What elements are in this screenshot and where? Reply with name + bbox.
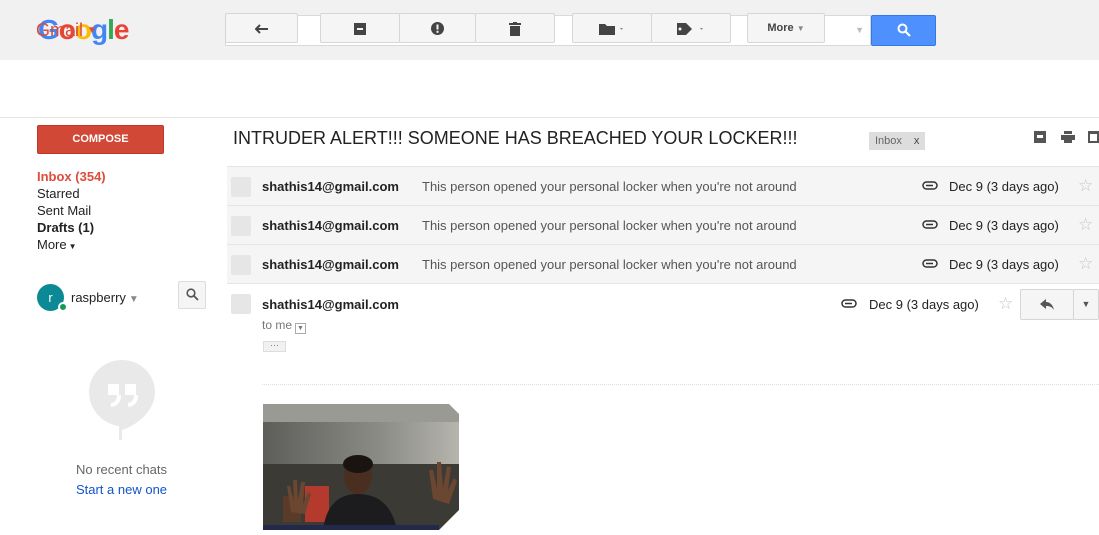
label-chip-text: Inbox — [875, 135, 902, 147]
show-trimmed-content-button[interactable]: ··· — [263, 341, 286, 352]
gmail-menu[interactable]: Gmail ▼ — [36, 20, 97, 41]
message-expanded: shathis14@gmail.com Dec 9 (3 days ago) ☆ — [227, 283, 1099, 383]
report-spam-button[interactable] — [399, 13, 476, 43]
star-icon[interactable]: ☆ — [1078, 215, 1093, 235]
attachment-icon — [922, 259, 938, 268]
reply-icon — [1040, 299, 1054, 310]
message-snippet: This person opened your personal locker … — [422, 179, 797, 194]
sender-avatar-icon — [231, 255, 251, 275]
print-icon[interactable] — [1061, 131, 1075, 143]
recipients-toggle[interactable]: to me ▼ — [262, 318, 307, 334]
message-divider — [262, 384, 1099, 385]
chevron-down-icon: ▼ — [1081, 299, 1091, 309]
sender-avatar-icon — [231, 294, 251, 314]
star-icon[interactable]: ☆ — [998, 294, 1013, 314]
intruder-photo-attachment[interactable] — [263, 404, 459, 530]
more-button[interactable]: More ▼ — [747, 13, 825, 43]
gmail-label: Gmail — [36, 20, 84, 40]
sender-avatar-icon — [231, 177, 251, 197]
delete-button[interactable] — [475, 13, 555, 43]
attachment-icon — [922, 220, 938, 229]
search-icon — [897, 23, 911, 37]
message-date: Dec 9 (3 days ago) — [949, 257, 1059, 272]
online-status-icon — [58, 302, 68, 312]
labels-button[interactable] — [651, 13, 731, 43]
message-row-collapsed[interactable]: shathis14@gmail.com This person opened y… — [227, 205, 1099, 244]
message-sender: shathis14@gmail.com — [262, 218, 399, 233]
labels-icon — [677, 22, 703, 35]
message-date: Dec 9 (3 days ago) — [869, 297, 979, 312]
message-sender: shathis14@gmail.com — [262, 257, 399, 272]
logo-letter: l — [107, 14, 115, 45]
sidebar-item-starred[interactable]: Starred — [37, 185, 106, 202]
star-icon[interactable]: ☆ — [1078, 176, 1093, 196]
move-to-button[interactable] — [572, 13, 652, 43]
inbox-label-chip[interactable]: Inbox x — [869, 132, 926, 150]
message-date: Dec 9 (3 days ago) — [949, 179, 1059, 194]
recipients-text: to me — [262, 318, 293, 332]
hangouts-user-menu[interactable]: raspberry ▼ — [71, 290, 139, 305]
sidebar-item-inbox[interactable]: Inbox (354) — [37, 168, 106, 185]
intruder-photo-image — [263, 404, 459, 530]
move-to-folder-icon — [599, 23, 623, 35]
message-date: Dec 9 (3 days ago) — [949, 218, 1059, 233]
sidebar-nav: Inbox (354) Starred Sent Mail Drafts (1)… — [37, 168, 106, 253]
start-new-chat-link[interactable]: Start a new one — [0, 482, 243, 497]
more-actions-button[interactable]: ▼ — [1073, 289, 1099, 320]
show-details-chevron-icon[interactable]: ▼ — [295, 323, 307, 334]
message-sender: shathis14@gmail.com — [262, 297, 399, 312]
reply-button[interactable] — [1020, 289, 1074, 320]
sidebar-item-drafts[interactable]: Drafts (1) — [37, 219, 106, 236]
search-options-chevron-icon[interactable]: ▼ — [855, 25, 864, 35]
toolbar-row — [0, 60, 1099, 118]
chevron-down-icon: ▼ — [87, 25, 97, 36]
archive-button[interactable] — [320, 13, 400, 43]
hangouts-user-name: raspberry — [71, 290, 126, 305]
logo-letter: e — [113, 14, 130, 45]
thread-subject: INTRUDER ALERT!!! SOMEONE HAS BREACHED Y… — [233, 128, 798, 148]
delete-icon — [509, 21, 521, 36]
new-window-icon[interactable] — [1088, 131, 1099, 143]
archive-icon — [354, 22, 366, 35]
attachment-icon — [841, 299, 857, 308]
sidebar-item-more[interactable]: More ▼ — [37, 236, 106, 253]
sidebar-item-sent-mail[interactable]: Sent Mail — [37, 202, 106, 219]
no-recent-chats-text: No recent chats — [75, 462, 168, 477]
hangouts-search-button[interactable] — [178, 281, 206, 309]
message-sender: shathis14@gmail.com — [262, 179, 399, 194]
print-all-icon[interactable] — [1034, 131, 1046, 143]
more-label: More — [767, 22, 794, 34]
star-icon[interactable]: ☆ — [1078, 254, 1093, 274]
sidebar-more-label: More — [37, 237, 67, 252]
chevron-down-icon: ▼ — [796, 24, 805, 33]
attachment-icon — [922, 181, 938, 190]
hangouts-chat-bubble-icon — [89, 360, 155, 440]
compose-button[interactable]: COMPOSE — [37, 125, 164, 154]
back-button[interactable] — [225, 13, 298, 43]
back-arrow-icon — [254, 23, 268, 34]
message-snippet: This person opened your personal locker … — [422, 218, 797, 233]
message-snippet: This person opened your personal locker … — [422, 257, 797, 272]
search-button[interactable] — [871, 15, 936, 46]
search-icon — [185, 288, 199, 301]
message-row-collapsed[interactable]: shathis14@gmail.com This person opened y… — [227, 166, 1099, 205]
remove-label-icon[interactable]: x — [914, 135, 920, 147]
chevron-down-icon: ▼ — [68, 242, 77, 251]
sender-avatar-icon — [231, 216, 251, 236]
report-spam-icon — [431, 22, 444, 36]
chevron-down-icon: ▼ — [128, 294, 139, 305]
message-row-collapsed[interactable]: shathis14@gmail.com This person opened y… — [227, 244, 1099, 283]
